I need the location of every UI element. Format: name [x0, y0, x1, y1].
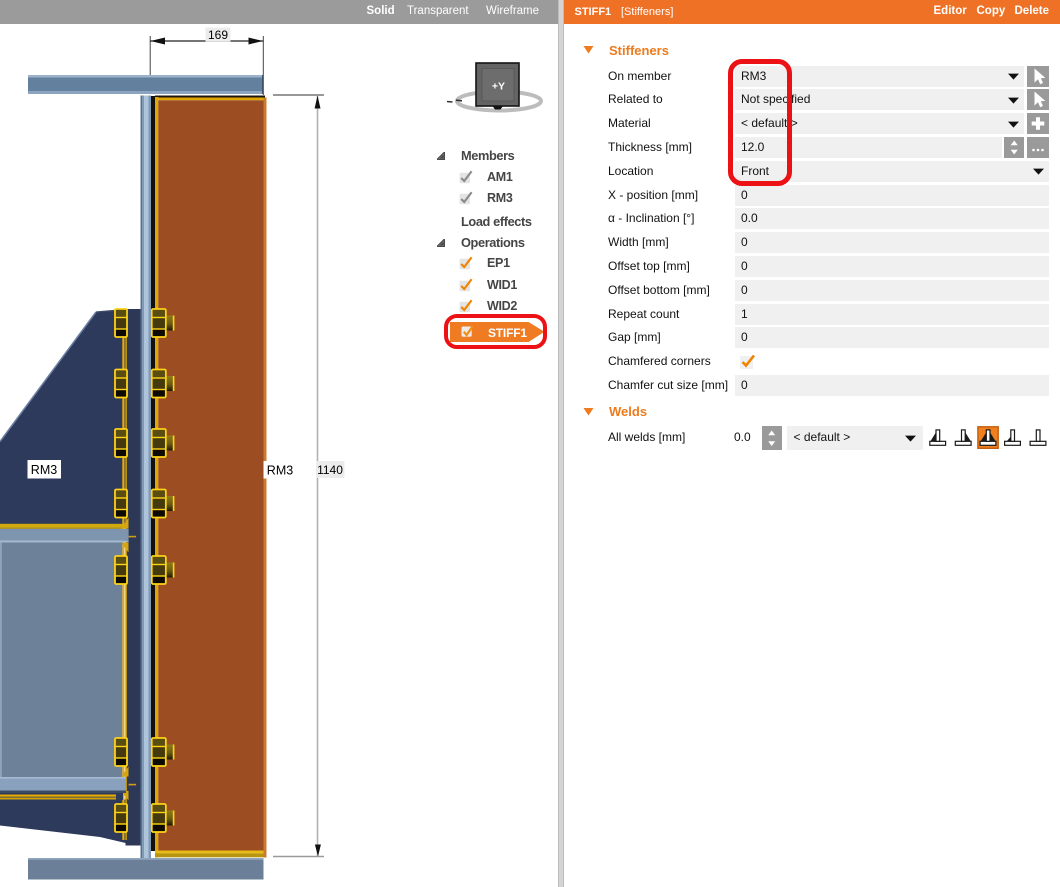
svg-text:1140: 1140	[317, 463, 343, 477]
svg-text:RM3: RM3	[31, 463, 57, 477]
svg-text:RM3: RM3	[267, 464, 293, 478]
